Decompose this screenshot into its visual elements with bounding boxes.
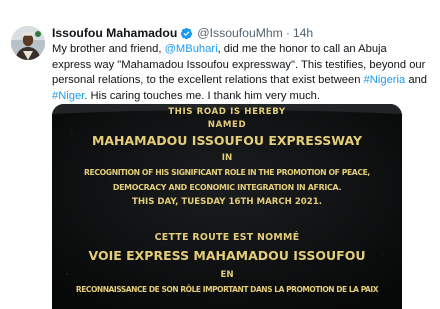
- plaque-line: Democracy and economic integration in Af…: [112, 183, 342, 192]
- verified-badge-icon: [181, 27, 193, 39]
- plaque-line: Mahamadou Issoufou Expressway: [91, 133, 363, 148]
- tweet-text-segment: . His caring touches me. I thank him ver…: [84, 89, 320, 102]
- author-handle[interactable]: @IssoufouMhm: [197, 26, 283, 40]
- tweet-text-segment: personal relations, to the excellent rel…: [52, 74, 364, 86]
- plaque-line: named: [207, 120, 247, 130]
- plaque-line: en: [220, 270, 234, 280]
- plaque-line: Reconnaissance de son rôle important dan…: [75, 285, 379, 294]
- plaque-line: This day, Tuesday 16th March 2021.: [131, 197, 323, 207]
- tweet-text-segment: , did me the honor to call an Abuja: [217, 43, 387, 55]
- hashtag-link-nigeria[interactable]: #Nigeria: [364, 74, 406, 86]
- tweet[interactable]: Issoufou Mahamadou @IssoufouMhm · 14h My…: [0, 0, 440, 309]
- avatar-image: [11, 26, 45, 60]
- tweet-text-segment: express way "Mahamadou Issoufou expressw…: [52, 58, 426, 71]
- tweet-text-segment: and: [405, 74, 428, 86]
- timestamp[interactable]: 14h: [293, 26, 313, 40]
- plaque-line: Cette route est nommé: [154, 232, 300, 243]
- separator-dot: ·: [285, 26, 290, 40]
- avatar[interactable]: [11, 26, 45, 60]
- plaque-text: This road is hereby named Mahamadou Isso…: [52, 104, 402, 309]
- plaque-line: This road is hereby: [168, 107, 286, 117]
- tweet-header: Issoufou Mahamadou @IssoufouMhm · 14h: [52, 25, 313, 41]
- author-name[interactable]: Issoufou Mahamadou: [52, 26, 177, 40]
- plaque-line: in: [221, 153, 233, 163]
- tweet-text: My brother and friend, @MBuhari, did me …: [52, 42, 440, 104]
- mention-link[interactable]: @MBuhari: [165, 43, 218, 55]
- tweet-photo[interactable]: This road is hereby named Mahamadou Isso…: [52, 104, 402, 309]
- tweet-text-segment: My brother and friend,: [52, 43, 165, 55]
- hashtag-link-niger[interactable]: #Niger: [52, 90, 84, 102]
- plaque-line: Voie Express Mahamadou Issoufou: [88, 248, 366, 263]
- plaque-line: Recognition of his significant role in t…: [84, 168, 370, 177]
